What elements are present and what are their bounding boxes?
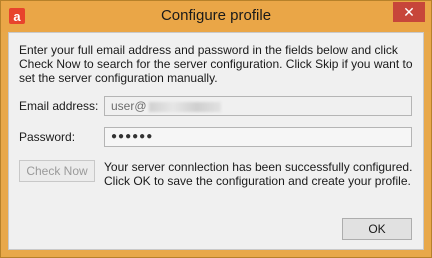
- email-label: Email address:: [19, 99, 99, 113]
- title-bar[interactable]: a Configure profile ✕: [1, 1, 431, 32]
- email-field[interactable]: user@: [104, 96, 412, 116]
- check-now-button[interactable]: Check Now: [19, 160, 95, 182]
- redacted-blur: [148, 101, 221, 112]
- dialog-body: Enter your full email address and passwo…: [8, 32, 424, 250]
- password-field[interactable]: ●●●●●●: [104, 127, 412, 147]
- window-title: Configure profile: [160, 7, 272, 24]
- status-message: Your server connlection has been success…: [104, 160, 413, 188]
- close-button[interactable]: ✕: [393, 2, 425, 22]
- password-label: Password:: [19, 130, 76, 144]
- ok-button[interactable]: OK: [342, 218, 412, 240]
- password-value: ●●●●●●: [111, 131, 154, 142]
- email-value: user@: [111, 99, 147, 113]
- configure-profile-window: a Configure profile ✕ Enter your full em…: [0, 0, 432, 258]
- instructions-text: Enter your full email address and passwo…: [19, 43, 413, 85]
